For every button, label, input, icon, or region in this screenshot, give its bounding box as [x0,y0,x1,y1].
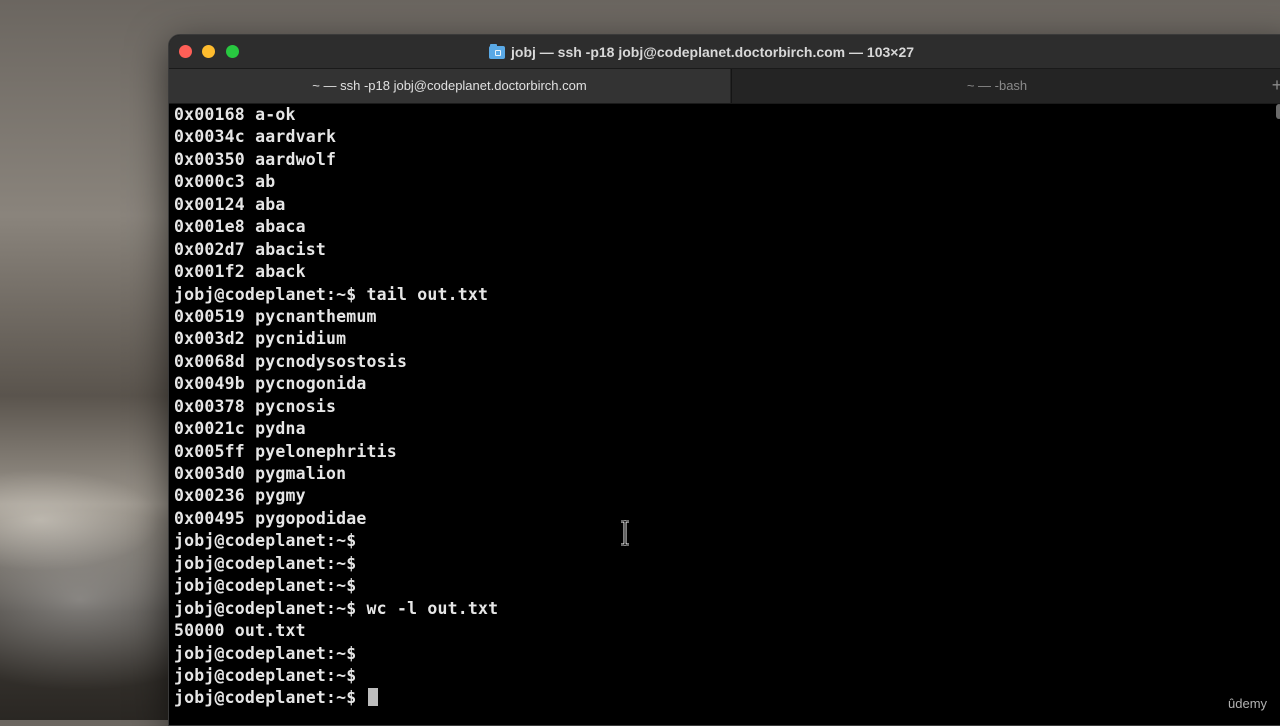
terminal-line: jobj@codeplanet:~$ [174,531,357,551]
maximize-button[interactable] [226,45,239,58]
terminal-line: jobj@codeplanet:~$ [174,576,357,596]
terminal-line: jobj@codeplanet:~$ tail out.txt [174,284,489,304]
terminal-line: 0x00350 aardwolf [174,149,337,169]
tab-bash[interactable]: ~ — -bash [731,69,1262,103]
terminal-line: 0x001f2 aback [174,262,306,282]
terminal-line: 0x00495 pygopodidae [174,508,367,528]
terminal-line: jobj@codeplanet:~$ [174,553,357,573]
title-bar[interactable]: jobj — ssh -p18 jobj@codeplanet.doctorbi… [169,35,1280,68]
terminal-line: 0x005ff pyelonephritis [174,441,397,461]
terminal-line: 0x000c3 ab [174,172,276,192]
terminal-output[interactable]: 0x00168 a-ok 0x0034c aardvark 0x00350 aard… [174,104,1274,714]
folder-icon [489,43,505,59]
window-title: jobj — ssh -p18 jobj@codeplanet.doctorbi… [511,44,915,60]
terminal-line: 0x00236 pygmy [174,486,306,506]
terminal-line: 0x00124 aba [174,194,286,214]
terminal-line: 0x002d7 abacist [174,239,327,259]
terminal-line: 0x00378 pycnosis [174,396,337,416]
terminal-line: 0x0021c pydna [174,419,306,439]
terminal-line: 0x0034c aardvark [174,127,337,147]
terminal-line: 0x001e8 abaca [174,217,306,237]
close-button[interactable] [179,45,192,58]
udemy-watermark: ûdemy [1228,696,1268,711]
terminal-line: 50000 out.txt [174,621,306,641]
tab-ssh[interactable]: ~ — ssh -p18 jobj@codeplanet.doctorbirch… [169,69,730,103]
terminal-line: jobj@codeplanet:~$ [174,643,357,663]
terminal-line: jobj@codeplanet:~$ [174,665,357,685]
terminal-line: 0x003d0 pygmalion [174,464,347,483]
window-title-group: jobj — ssh -p18 jobj@codeplanet.doctorbi… [489,42,914,62]
terminal-line: 0x00168 a-ok [174,105,296,124]
terminal-line: jobj@codeplanet:~$ wc -l out.txt [174,598,499,618]
terminal-window: jobj — ssh -p18 jobj@codeplanet.doctorbi… [168,34,1280,726]
terminal-line: 0x003d2 pycnidium [174,329,347,349]
terminal-cursor [367,688,378,707]
scrollbar[interactable] [1276,104,1280,119]
text-cursor-icon [621,520,629,546]
minimize-button[interactable] [202,45,215,58]
plus-icon[interactable]: + [1267,75,1280,95]
terminal-line: 0x0068d pycnodysostosis [174,351,408,371]
tab-bar: ~ — ssh -p18 jobj@codeplanet.doctorbirch… [169,68,1280,104]
terminal-line: jobj@codeplanet:~$ [174,687,1274,709]
terminal-line: 0x00519 pycnanthemum [174,306,377,326]
terminal-line: 0x0049b pycnogonida [174,374,367,394]
